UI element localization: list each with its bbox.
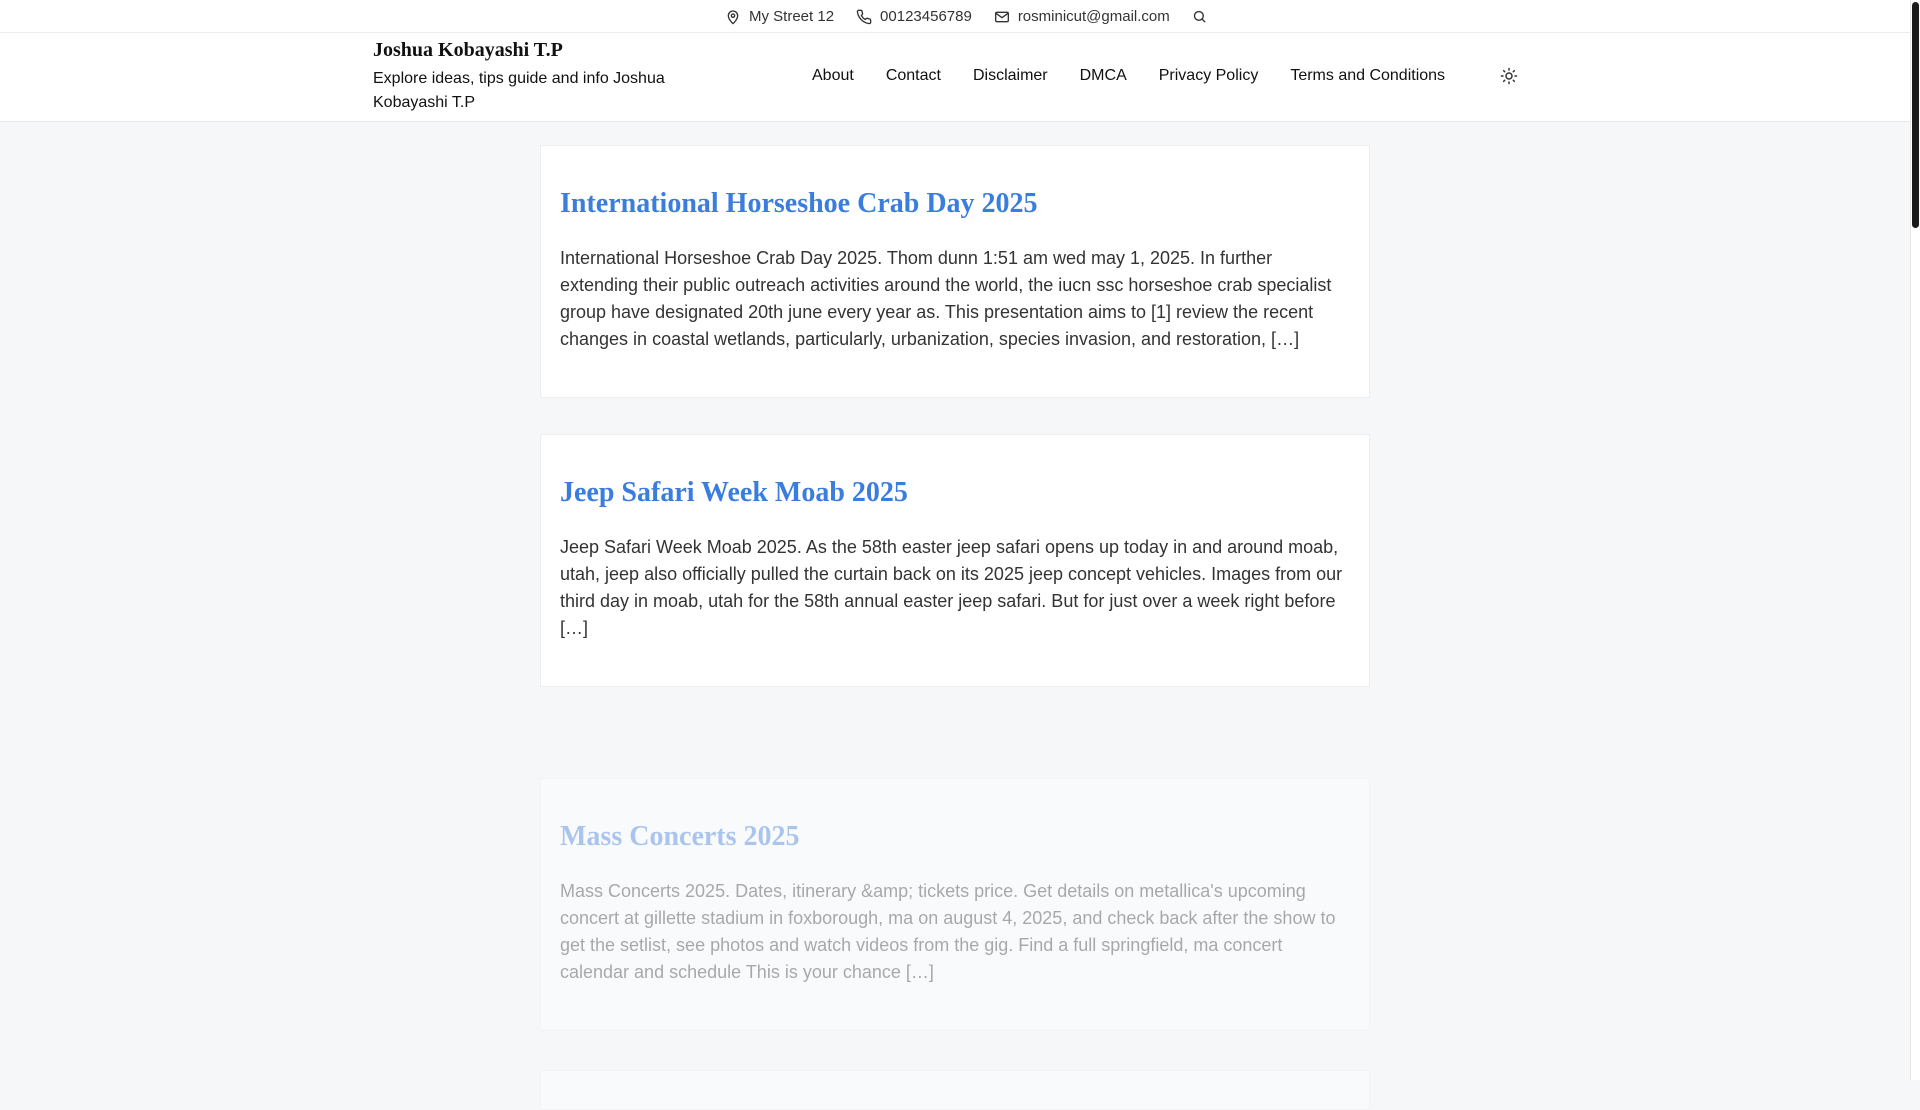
top-bar-contacts: My Street 12 00123456789 rosminicut@gmai… <box>725 0 1207 33</box>
site-tagline: Explore ideas, tips guide and info Joshu… <box>373 70 665 111</box>
nav-item-disclaimer[interactable]: Disclaimer <box>973 67 1048 85</box>
nav-item-dmca[interactable]: DMCA <box>1080 67 1127 85</box>
post-card: International Horseshoe Crab Day 2025 In… <box>540 145 1370 398</box>
mail-icon <box>994 9 1010 25</box>
theme-toggle-button[interactable] <box>1500 67 1518 85</box>
main-nav: About Contact Disclaimer DMCA Privacy Po… <box>812 33 1445 119</box>
sun-icon <box>1500 67 1518 89</box>
address-item[interactable]: My Street 12 <box>725 8 834 25</box>
post-title-link[interactable]: International Horseshoe Crab Day 2025 <box>560 188 1038 220</box>
search-icon <box>1192 9 1207 24</box>
site-title[interactable]: Joshua Kobayashi T.P <box>373 39 563 62</box>
post-title-link[interactable]: Mass Concerts 2025 <box>560 821 800 853</box>
nav-item-about[interactable]: About <box>812 67 854 85</box>
map-pin-icon <box>725 9 741 25</box>
post-card: Jeep Safari Week Moab 2025 Jeep Safari W… <box>540 434 1370 687</box>
nav-item-terms[interactable]: Terms and Conditions <box>1290 67 1445 85</box>
search-button[interactable] <box>1192 9 1207 24</box>
phone-item[interactable]: 00123456789 <box>856 8 972 25</box>
phone-icon <box>856 9 872 25</box>
email-item[interactable]: rosminicut@gmail.com <box>994 8 1170 25</box>
email-text: rosminicut@gmail.com <box>1017 8 1170 25</box>
post-card <box>540 1070 1370 1110</box>
phone-text: 00123456789 <box>880 8 972 25</box>
site-header: Joshua Kobayashi T.P Explore ideas, tips… <box>0 33 1910 122</box>
nav-item-privacy-policy[interactable]: Privacy Policy <box>1159 67 1259 85</box>
nav-item-contact[interactable]: Contact <box>886 67 941 85</box>
post-excerpt: International Horseshoe Crab Day 2025. T… <box>560 248 1332 349</box>
post-title-link[interactable]: Jeep Safari Week Moab 2025 <box>560 477 908 509</box>
top-bar: My Street 12 00123456789 rosminicut@gmai… <box>0 0 1910 33</box>
post-excerpt: Jeep Safari Week Moab 2025. As the 58th … <box>560 537 1343 638</box>
post-excerpt: Mass Concerts 2025. Dates, itinerary &am… <box>560 881 1336 982</box>
post-card: Mass Concerts 2025 Mass Concerts 2025. D… <box>540 778 1370 1031</box>
address-text: My Street 12 <box>749 8 835 25</box>
scrollbar[interactable] <box>1910 0 1920 1080</box>
scrollbar-thumb[interactable] <box>1912 2 1919 228</box>
